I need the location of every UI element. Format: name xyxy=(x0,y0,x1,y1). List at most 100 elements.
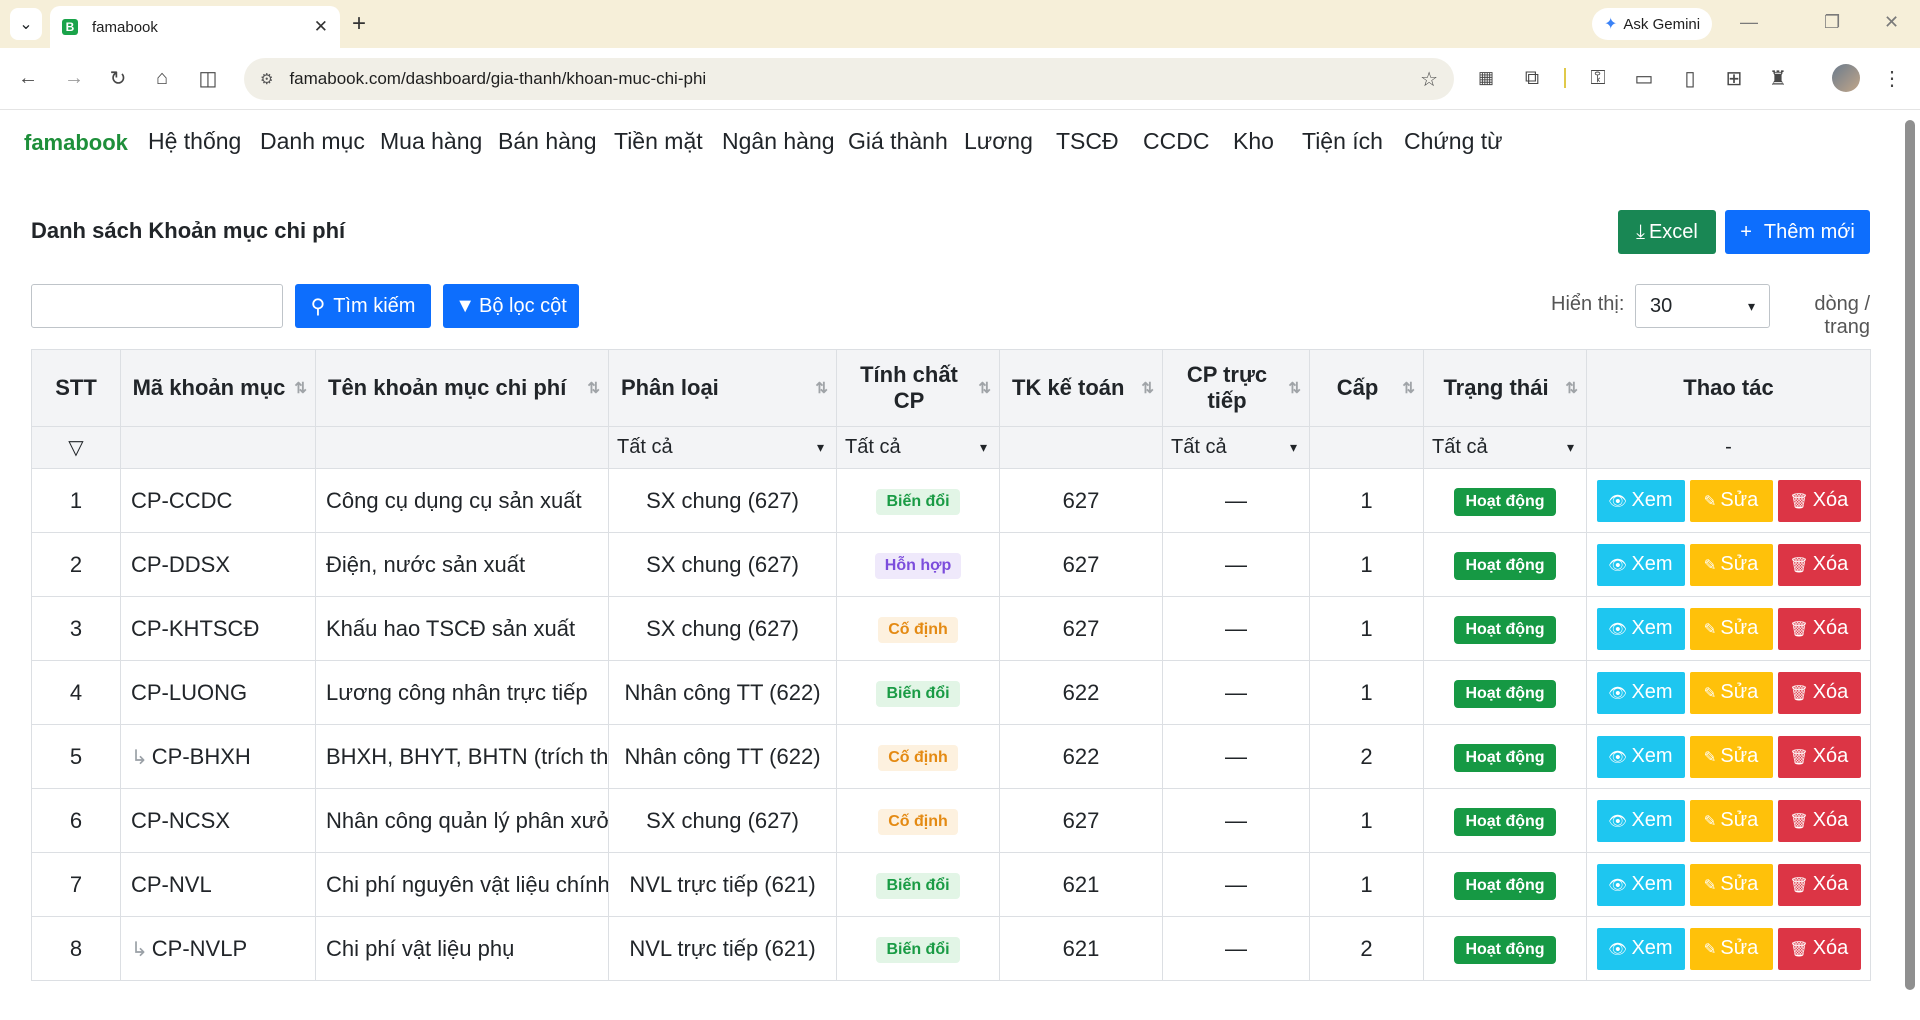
filter-cp-truc-tiep-select[interactable]: Tất cả ▾ xyxy=(1162,426,1310,469)
view-button[interactable]: 👁 Xem xyxy=(1596,927,1685,970)
sort-icon[interactable]: ⇅ xyxy=(1565,376,1578,402)
delete-button[interactable]: 🗑 Xóa xyxy=(1777,607,1861,650)
menu-icon[interactable]: ⋮ xyxy=(1878,64,1906,92)
filter-cap[interactable] xyxy=(1309,426,1424,469)
browser-tab[interactable]: B famabook ✕ xyxy=(50,6,340,48)
sort-icon[interactable]: ⇅ xyxy=(587,376,600,402)
reload-icon[interactable]: ↻ xyxy=(104,64,132,92)
cell-tk: 621 xyxy=(999,916,1163,981)
delete-button[interactable]: 🗑 Xóa xyxy=(1777,927,1861,970)
minimize-button[interactable]: — xyxy=(1740,12,1758,33)
nav-item[interactable]: Giá thành xyxy=(848,128,948,155)
excel-export-button[interactable]: ⤓ Excel xyxy=(1618,210,1716,254)
view-button[interactable]: 👁 Xem xyxy=(1596,799,1685,842)
search-button[interactable]: ⚲ Tìm kiếm xyxy=(295,284,431,328)
view-button[interactable]: 👁 Xem xyxy=(1596,735,1685,778)
window-close-button[interactable]: ✕ xyxy=(1884,12,1899,33)
view-button[interactable]: 👁 Xem xyxy=(1596,863,1685,906)
nav-item[interactable]: Lương xyxy=(964,128,1033,155)
header-cap[interactable]: Cấp ⇅ xyxy=(1309,349,1424,427)
view-button[interactable]: 👁 Xem xyxy=(1596,543,1685,586)
bookmark-star-icon[interactable]: ☆ xyxy=(1420,67,1438,92)
edit-button[interactable]: ✎ Sửa xyxy=(1689,479,1773,522)
payment-card-icon[interactable]: ▭ xyxy=(1630,64,1658,92)
delete-button[interactable]: 🗑 Xóa xyxy=(1777,863,1861,906)
brand-logo[interactable]: famabook xyxy=(24,130,128,156)
scrollbar-thumb[interactable] xyxy=(1905,120,1915,990)
filter-trang-thai-select[interactable]: Tất cả ▾ xyxy=(1423,426,1587,469)
header-tinh-chat[interactable]: Tính chất CP ⇅ xyxy=(836,349,1000,427)
edit-button[interactable]: ✎ Sửa xyxy=(1689,927,1773,970)
nav-item[interactable]: Kho xyxy=(1233,128,1274,155)
sort-icon[interactable]: ⇅ xyxy=(978,376,991,402)
column-filter-button[interactable]: ▼ Bộ lọc cột xyxy=(443,284,579,328)
nav-item[interactable]: Bán hàng xyxy=(498,128,596,155)
qr-code-icon[interactable]: ▦ xyxy=(1472,64,1500,92)
sort-icon[interactable]: ⇅ xyxy=(294,376,307,402)
edit-button[interactable]: ✎ Sửa xyxy=(1689,735,1773,778)
table-icon[interactable]: ⊞ xyxy=(1720,64,1748,92)
home-icon[interactable]: ⌂ xyxy=(148,64,176,92)
extensions-icon[interactable]: ⧉ xyxy=(1518,64,1546,92)
header-phan-loai[interactable]: Phân loại ⇅ xyxy=(608,349,837,427)
filter-ten[interactable] xyxy=(315,426,609,469)
nav-item[interactable]: Hệ thống xyxy=(148,128,241,155)
filter-ma[interactable] xyxy=(120,426,316,469)
delete-button[interactable]: 🗑 Xóa xyxy=(1777,671,1861,714)
page-size-select[interactable]: 30 ▾ xyxy=(1635,284,1770,328)
filter-phan-loai-select[interactable]: Tất cả ▾ xyxy=(608,426,837,469)
incognito-icon[interactable]: ♜ xyxy=(1764,64,1792,92)
nav-item[interactable]: TSCĐ xyxy=(1056,128,1119,155)
header-ten[interactable]: Tên khoản mục chi phí ⇅ xyxy=(315,349,609,427)
address-bar[interactable]: ⚙ famabook.com/dashboard/gia-thanh/khoan… xyxy=(244,58,1454,100)
page-size-value: 30 xyxy=(1650,294,1673,317)
edit-button[interactable]: ✎ Sửa xyxy=(1689,543,1773,586)
eye-icon: 👁 xyxy=(1608,684,1628,702)
cell-actions: 👁 Xem ✎ Sửa 🗑 Xóa xyxy=(1586,660,1871,725)
password-key-icon[interactable]: ⚿ xyxy=(1584,64,1612,92)
maximize-button[interactable]: ❐ xyxy=(1824,12,1840,33)
sort-icon[interactable]: ⇅ xyxy=(815,376,828,402)
edit-button[interactable]: ✎ Sửa xyxy=(1689,863,1773,906)
nav-item[interactable]: Tiền mặt xyxy=(614,128,703,155)
header-trang-thai[interactable]: Trạng thái ⇅ xyxy=(1423,349,1587,427)
profile-avatar[interactable] xyxy=(1832,64,1860,92)
sort-icon[interactable]: ⇅ xyxy=(1288,376,1301,402)
back-icon[interactable]: ← xyxy=(14,64,42,92)
view-button[interactable]: 👁 Xem xyxy=(1596,479,1685,522)
delete-button[interactable]: 🗑 Xóa xyxy=(1777,735,1861,778)
sort-icon[interactable]: ⇅ xyxy=(1141,376,1154,402)
delete-button[interactable]: 🗑 Xóa xyxy=(1777,479,1861,522)
view-button[interactable]: 👁 Xem xyxy=(1596,671,1685,714)
nav-item[interactable]: Danh mục xyxy=(260,128,365,155)
edit-button[interactable]: ✎ Sửa xyxy=(1689,671,1773,714)
nav-item[interactable]: Tiện ích xyxy=(1302,128,1383,155)
nav-item[interactable]: CCDC xyxy=(1143,128,1209,155)
side-panel-icon[interactable]: ◫ xyxy=(194,64,222,92)
cell-phan-loai: Nhân công TT (622) xyxy=(608,724,837,789)
header-cp-truc-tiep[interactable]: CP trực tiếp ⇅ xyxy=(1162,349,1310,427)
tab-search-button[interactable]: ⌄ xyxy=(10,8,42,40)
nav-item[interactable]: Mua hàng xyxy=(380,128,482,155)
nav-item[interactable]: Ngân hàng xyxy=(722,128,835,155)
ask-gemini-button[interactable]: ✦ Ask Gemini xyxy=(1592,8,1713,40)
delete-button[interactable]: 🗑 Xóa xyxy=(1777,799,1861,842)
view-button[interactable]: 👁 Xem xyxy=(1596,607,1685,650)
filter-tinh-chat-select[interactable]: Tất cả ▾ xyxy=(836,426,1000,469)
new-tab-button[interactable]: + xyxy=(352,10,366,38)
edit-button[interactable]: ✎ Sửa xyxy=(1689,799,1773,842)
close-icon[interactable]: ✕ xyxy=(314,17,328,37)
sort-icon[interactable]: ⇅ xyxy=(1402,376,1415,402)
nav-item[interactable]: Chứng từ xyxy=(1404,128,1503,155)
reading-mode-icon[interactable]: ▯ xyxy=(1676,64,1704,92)
forward-icon[interactable]: → xyxy=(60,64,88,92)
header-tk[interactable]: TK kế toán ⇅ xyxy=(999,349,1163,427)
site-info-icon[interactable]: ⚙ xyxy=(260,70,273,88)
add-new-button[interactable]: + Thêm mới xyxy=(1725,210,1870,254)
header-ma[interactable]: Mã khoản mục ⇅ xyxy=(120,349,316,427)
filter-tk[interactable] xyxy=(999,426,1163,469)
search-input[interactable] xyxy=(31,284,283,328)
vertical-scrollbar[interactable] xyxy=(1900,110,1920,1020)
delete-button[interactable]: 🗑 Xóa xyxy=(1777,543,1861,586)
edit-button[interactable]: ✎ Sửa xyxy=(1689,607,1773,650)
